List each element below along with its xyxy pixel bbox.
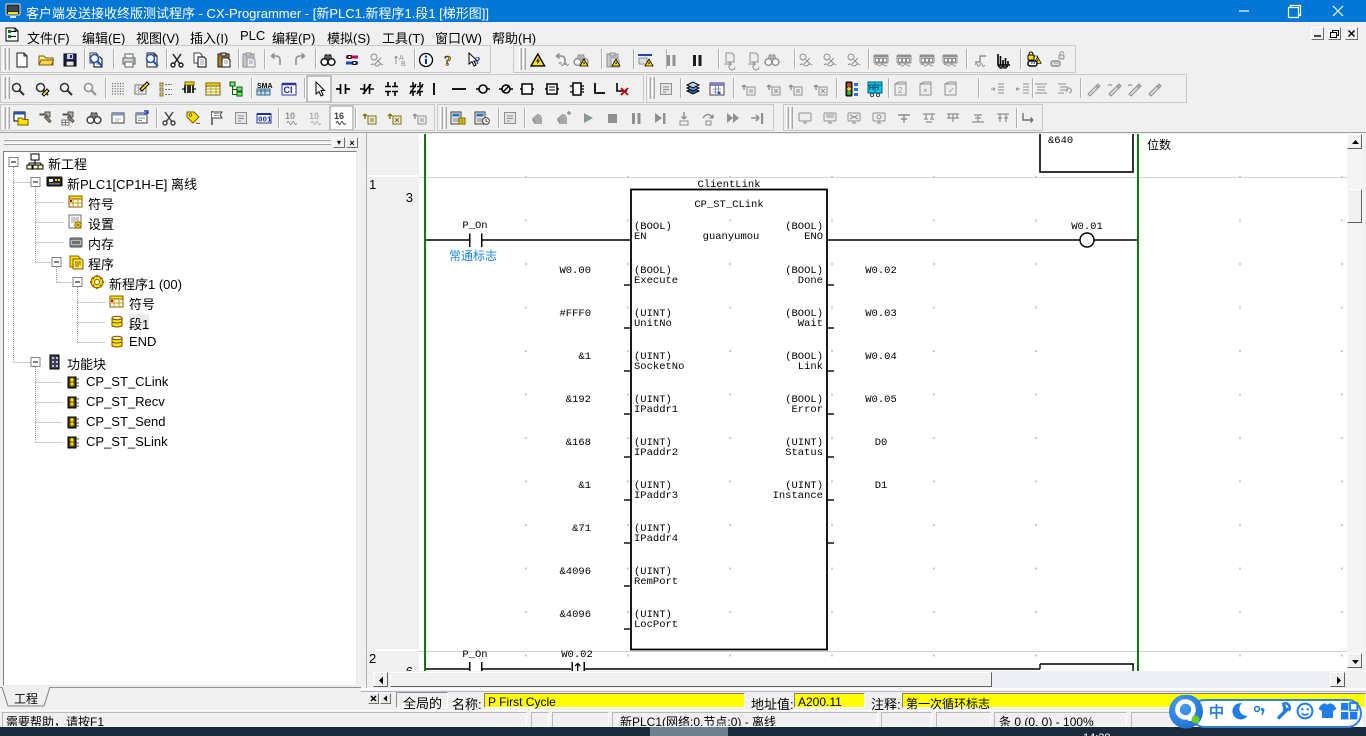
svg-text:2: 2 xyxy=(898,86,903,95)
svg-text:?: ? xyxy=(475,55,481,67)
svg-text:?: ? xyxy=(444,54,452,70)
svg-text:B: B xyxy=(401,61,406,68)
svg-text:中: 中 xyxy=(1209,703,1224,721)
svg-text:✓: ✓ xyxy=(948,86,955,95)
svg-text:16: 16 xyxy=(334,111,344,121)
svg-text:HH: HH xyxy=(869,85,879,92)
svg-text:001: 001 xyxy=(258,117,272,125)
svg-text:×: × xyxy=(923,86,928,95)
svg-text:10: 10 xyxy=(309,111,319,121)
svg-text:CI: CI xyxy=(284,85,293,95)
svg-text:10: 10 xyxy=(285,111,295,121)
